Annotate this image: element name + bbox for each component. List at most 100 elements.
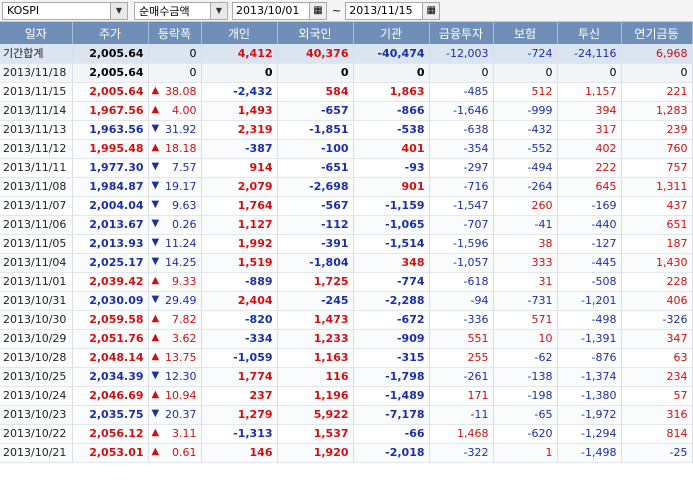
date-cell: 2013/11/06 xyxy=(0,215,73,235)
table-row[interactable]: 2013/10/22 2,056.12 ▲ 3.11 -1,313 1,537 -66 1,4… xyxy=(0,424,693,444)
insurance-cell: -620 xyxy=(493,424,558,444)
pension-cell: 234 xyxy=(621,367,693,387)
change-cell: ▲ 3.11 xyxy=(148,424,202,444)
trust-cell: -508 xyxy=(557,272,622,292)
date-cell: 2013/10/30 xyxy=(0,310,73,330)
individual-cell: 146 xyxy=(201,443,278,463)
financial-invest-cell: 551 xyxy=(429,329,494,349)
individual-cell: 914 xyxy=(201,158,278,178)
market-select[interactable]: KOSPI ▼ xyxy=(2,1,128,20)
change-cell: ▲ 13.75 xyxy=(148,348,202,368)
table-row[interactable]: 2013/10/31 2,030.09 ▼ 29.49 2,404 -245 -2,288-… xyxy=(0,291,693,311)
change-cell: ▲ 4.00 xyxy=(148,101,202,121)
table-row[interactable]: 2013/11/12 1,995.48 ▲ 18.18 -387 -100 401 -354-… xyxy=(0,139,693,159)
change-value: 9.63 xyxy=(172,199,197,212)
foreign-cell: -651 xyxy=(277,158,354,178)
institution-cell: -909 xyxy=(353,329,430,349)
column-header[interactable]: 보험 xyxy=(493,22,558,44)
trust-cell: -1,201 xyxy=(557,291,622,311)
column-header[interactable]: 기관 xyxy=(353,22,430,44)
price-cell: 1,995.48 xyxy=(72,139,149,159)
date-cell: 2013/10/31 xyxy=(0,291,73,311)
institution-cell: 401 xyxy=(353,139,430,159)
price-cell: 2,013.93 xyxy=(72,234,149,254)
chevron-down-icon[interactable]: ▼ xyxy=(110,2,127,19)
table-row[interactable]: 기간합계 2,005.64 0 4,412 40,376 -40,474 -12,003 -7… xyxy=(0,44,693,64)
trust-cell: 402 xyxy=(557,139,622,159)
triangle-up-icon: ▲ xyxy=(151,313,160,324)
calendar-icon[interactable]: ▦ xyxy=(309,2,326,19)
table-row[interactable]: 2013/11/07 2,004.04 ▼ 9.63 1,764 -567 -1,159 -1… xyxy=(0,196,693,216)
table-row[interactable]: 2013/11/14 1,967.56 ▲ 4.00 1,493 -657 -866 -1,6… xyxy=(0,101,693,121)
investor-table: 일자 주가 등락폭 개인 외국인 기관 금융투자 보험 투신 연기금등 기간합계 2,005.64 0… xyxy=(0,22,693,463)
foreign-cell: -112 xyxy=(277,215,354,235)
mode-select[interactable]: 순매수금액 ▼ xyxy=(134,1,228,20)
pension-cell: 757 xyxy=(621,158,693,178)
change-cell: ▼ 9.63 xyxy=(148,196,202,216)
column-header[interactable]: 연기금등 xyxy=(621,22,693,44)
foreign-cell: 1,725 xyxy=(277,272,354,292)
foreign-cell: 116 xyxy=(277,367,354,387)
triangle-down-icon: ▼ xyxy=(151,237,160,248)
table-row[interactable]: 2013/11/08 1,984.87 ▼ 19.17 2,079 -2,698 901 -7… xyxy=(0,177,693,197)
date-cell: 2013/11/01 xyxy=(0,272,73,292)
triangle-up-icon: ▲ xyxy=(151,351,160,362)
trust-cell: -1,391 xyxy=(557,329,622,349)
institution-cell: 348 xyxy=(353,253,430,273)
table-row[interactable]: 2013/11/13 1,963.56 ▼ 31.92 2,319 -1,851 -538-… xyxy=(0,120,693,140)
table-row[interactable]: 2013/10/29 2,051.76 ▲ 3.62 -334 1,233 -909 551 1… xyxy=(0,329,693,349)
table-row[interactable]: 2013/10/21 2,053.01 ▲ 0.61 146 1,920 -2,018 -32… xyxy=(0,443,693,463)
price-cell: 2,034.39 xyxy=(72,367,149,387)
table-row[interactable]: 2013/11/15 2,005.64 ▲ 38.08 -2,432 584 1,863 -4… xyxy=(0,82,693,102)
table-row[interactable]: 2013/11/06 2,013.67 ▼ 0.26 1,127 -112 -1,065 -7… xyxy=(0,215,693,235)
calendar-icon[interactable]: ▦ xyxy=(422,2,440,19)
financial-invest-cell: 1,468 xyxy=(429,424,494,444)
change-value: 7.82 xyxy=(172,313,197,326)
table-row[interactable]: 2013/11/04 2,025.17 ▼ 14.25 1,519 -1,804 348 -1… xyxy=(0,253,693,273)
table-row[interactable]: 2013/10/24 2,046.69 ▲ 10.94 237 1,196 -1,489 17… xyxy=(0,386,693,406)
change-cell: ▲ 0.61 xyxy=(148,443,202,463)
foreign-cell: -245 xyxy=(277,291,354,311)
date-cell: 2013/10/24 xyxy=(0,386,73,406)
table-row[interactable]: 2013/11/01 2,039.42 ▲ 9.33 -889 1,725 -774 -618… xyxy=(0,272,693,292)
financial-invest-cell: -12,003 xyxy=(429,44,494,64)
change-cell: ▼ 12.30 xyxy=(148,367,202,387)
pension-cell: 57 xyxy=(621,386,693,406)
pension-cell: 63 xyxy=(621,348,693,368)
change-value: 4.00 xyxy=(172,104,197,117)
financial-invest-cell: -354 xyxy=(429,139,494,159)
column-header[interactable]: 투신 xyxy=(557,22,622,44)
date-from-field[interactable]: 2013/10/01 ▦ xyxy=(232,1,327,20)
column-header[interactable]: 금융투자 xyxy=(429,22,494,44)
change-cell: ▲ 18.18 xyxy=(148,139,202,159)
column-header[interactable]: 개인 xyxy=(201,22,278,44)
foreign-cell: 1,233 xyxy=(277,329,354,349)
individual-cell: -387 xyxy=(201,139,278,159)
column-header[interactable]: 주가 xyxy=(72,22,149,44)
change-value: 3.11 xyxy=(172,427,197,440)
foreign-cell: -2,698 xyxy=(277,177,354,197)
triangle-down-icon: ▼ xyxy=(151,256,160,267)
individual-cell: 0 xyxy=(201,63,278,83)
table-row[interactable]: 2013/10/23 2,035.75 ▼ 20.37 1,279 5,922 -7,178… xyxy=(0,405,693,425)
chevron-down-icon[interactable]: ▼ xyxy=(210,2,227,19)
table-row[interactable]: 2013/10/25 2,034.39 ▼ 12.30 1,774 116 -1,798 -2… xyxy=(0,367,693,387)
table-row[interactable]: 2013/11/18 2,005.64 0 0 0 0 0 0 0 0 xyxy=(0,63,693,83)
institution-cell: -774 xyxy=(353,272,430,292)
table-row[interactable]: 2013/11/05 2,013.93 ▼ 11.24 1,992 -391 -1,514-… xyxy=(0,234,693,254)
foreign-cell: 1,163 xyxy=(277,348,354,368)
table-row[interactable]: 2013/10/30 2,059.58 ▲ 7.82 -820 1,473 -672 -336… xyxy=(0,310,693,330)
table-row[interactable]: 2013/10/28 2,048.14 ▲ 13.75 -1,059 1,163 -315 2… xyxy=(0,348,693,368)
institution-cell: -1,489 xyxy=(353,386,430,406)
institution-cell: -66 xyxy=(353,424,430,444)
date-to-field[interactable]: 2013/11/15 ▦ xyxy=(345,1,441,20)
date-cell: 2013/10/28 xyxy=(0,348,73,368)
column-header[interactable]: 일자 xyxy=(0,22,73,44)
institution-cell: -1,514 xyxy=(353,234,430,254)
column-header[interactable]: 등락폭 xyxy=(148,22,202,44)
individual-cell: -1,313 xyxy=(201,424,278,444)
column-header[interactable]: 외국인 xyxy=(277,22,354,44)
change-cell: ▲ 9.33 xyxy=(148,272,202,292)
table-row[interactable]: 2013/11/11 1,977.30 ▼ 7.57 914 -651 -93 -297 -49… xyxy=(0,158,693,178)
insurance-cell: -999 xyxy=(493,101,558,121)
